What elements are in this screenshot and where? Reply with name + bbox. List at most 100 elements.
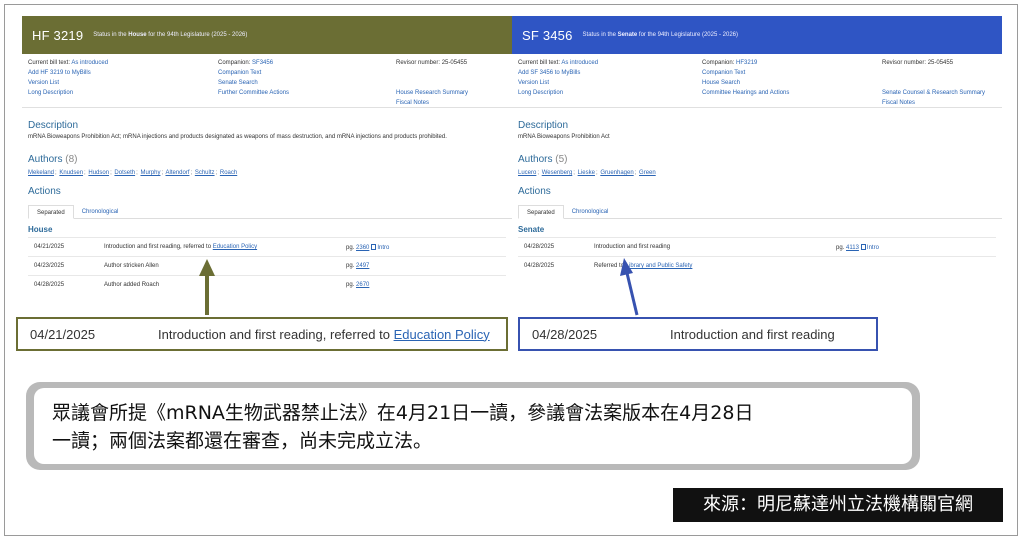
journal-page-link[interactable]: 2360 (356, 245, 369, 251)
senate-long-description-link[interactable]: Long Description (518, 90, 563, 96)
house-status-line: Status in the House for the 94th Legisla… (93, 32, 248, 38)
callout-education-policy-link[interactable]: Education Policy (394, 327, 490, 342)
author-link[interactable]: Lucero (518, 170, 536, 176)
house-version-list-link[interactable]: Version List (28, 80, 59, 86)
callout-date: 04/21/2025 (30, 326, 96, 342)
senate-action-callout: 04/28/2025 Introduction and first readin… (518, 317, 878, 351)
committee-referral-link[interactable]: Library and Public Safety (626, 263, 693, 269)
house-bill-number: HF 3219 (32, 27, 84, 43)
summary-box: 眾議會所提《mRNA生物武器禁止法》在4月21日一讀，參議會法案版本在4月28日… (34, 388, 912, 464)
senate-bill-meta: Current bill text: As introduced Add SF … (512, 58, 1002, 108)
callout-text: Introduction and first reading (670, 326, 835, 342)
author-link[interactable]: Gruenhagen (600, 170, 633, 176)
action-date: 04/21/2025 (34, 244, 65, 250)
action-date: 04/23/2025 (34, 263, 65, 269)
author-link[interactable]: Schultz (195, 170, 215, 176)
action-text: Introduction and first reading, referred… (104, 244, 258, 250)
action-page: pg. 2670 (346, 282, 370, 288)
action-date: 04/28/2025 (524, 263, 555, 269)
action-text: Introduction and first reading (594, 244, 671, 250)
house-chamber-label: House (28, 225, 53, 234)
house-bill-panel: HF 3219 Status in the House for the 94th… (22, 16, 512, 294)
author-link[interactable]: Dotseth (114, 170, 135, 176)
senate-actions-title: Actions (518, 186, 551, 197)
table-row: 04/28/2025 Author added Roach pg. 2670 (28, 275, 506, 294)
action-date: 04/28/2025 (34, 282, 65, 288)
action-text: Author stricken Allen (104, 263, 159, 269)
senate-companion-text-link[interactable]: Companion Text (702, 70, 745, 76)
house-description-text: mRNA Bioweapons Prohibition Act; mRNA in… (28, 134, 447, 140)
senate-bill-header: SF 3456 Status in the Senate for the 94t… (512, 16, 1002, 54)
house-committee-actions-link[interactable]: Further Committee Actions (218, 90, 289, 96)
journal-page-link[interactable]: 4113 (846, 245, 859, 251)
senate-actions-tabs: Separated Chronological (518, 205, 1002, 219)
house-long-description-link[interactable]: Long Description (28, 90, 73, 96)
house-current-text-link[interactable]: As introduced (71, 60, 108, 66)
house-bill-meta: Current bill text: As introduced Add HF … (22, 58, 512, 108)
senate-fiscal-notes-link[interactable]: Fiscal Notes (882, 100, 915, 106)
senate-research-summary-link[interactable]: Senate Counsel & Research Summary (882, 90, 985, 96)
author-link[interactable]: Roach (220, 170, 237, 176)
action-page: pg. 4113 Intro (836, 244, 879, 251)
action-text: Referred to Library and Public Safety (594, 263, 693, 269)
journal-page-link[interactable]: 2497 (356, 263, 369, 269)
house-authors-title: Authors (8) (28, 154, 78, 165)
house-action-callout: 04/21/2025 Introduction and first readin… (16, 317, 508, 351)
action-page: pg. 2360 Intro (346, 244, 390, 251)
summary-line-1: 眾議會所提《mRNA生物武器禁止法》在4月21日一讀，參議會法案版本在4月28日 (52, 402, 754, 424)
author-link[interactable]: Knudsen (59, 170, 83, 176)
summary-line-2: 一讀；兩個法案都還在審查，尚未完成立法。 (52, 430, 433, 452)
house-revisor-number: 25-05455 (441, 60, 468, 66)
house-bill-header: HF 3219 Status in the House for the 94th… (22, 16, 512, 54)
journal-page-link[interactable]: 2670 (356, 282, 369, 288)
action-page: pg. 2497 (346, 263, 370, 269)
education-policy-link[interactable]: Education Policy (213, 244, 257, 250)
senate-companion-link[interactable]: HF3219 (736, 60, 757, 66)
house-companion-link[interactable]: SF3456 (252, 60, 273, 66)
action-text: Author added Roach (104, 282, 160, 288)
table-row: 04/28/2025 Referred to Library and Publi… (518, 256, 996, 275)
senate-status-line: Status in the Senate for the 94th Legisl… (582, 32, 738, 38)
tab-separated[interactable]: Separated (28, 205, 74, 219)
author-link[interactable]: Green (639, 170, 656, 176)
senate-description-text: mRNA Bioweapons Prohibition Act (518, 134, 610, 140)
action-date: 04/28/2025 (524, 244, 555, 250)
source-label: 來源：明尼蘇達州立法機構關官網 (673, 488, 1003, 522)
house-senate-search-link[interactable]: Senate Search (218, 80, 258, 86)
senate-authors-list: Lucero; Wesenberg; Lieske; Gruenhagen; G… (518, 170, 656, 176)
senate-bill-number: SF 3456 (522, 27, 573, 43)
author-link[interactable]: Hudson (88, 170, 109, 176)
house-companion-text-link[interactable]: Companion Text (218, 70, 261, 76)
author-link[interactable]: Murphy (140, 170, 160, 176)
senate-chamber-label: Senate (518, 225, 545, 234)
callout-text: Introduction and first reading, referred… (158, 326, 490, 342)
callout-date: 04/28/2025 (532, 326, 598, 342)
intro-pdf-link[interactable]: Intro (377, 245, 389, 251)
author-link[interactable]: Wesenberg (542, 170, 573, 176)
author-link[interactable]: Altendorf (165, 170, 189, 176)
senate-revisor-number: 25-05455 (927, 60, 954, 66)
senate-current-text-link[interactable]: As introduced (561, 60, 598, 66)
senate-house-search-link[interactable]: House Search (702, 80, 740, 86)
intro-pdf-link[interactable]: Intro (867, 245, 879, 251)
house-add-mybills-link[interactable]: Add HF 3219 to MyBills (28, 70, 91, 76)
tab-separated[interactable]: Separated (518, 205, 564, 219)
house-fiscal-notes-link[interactable]: Fiscal Notes (396, 100, 429, 106)
table-row: 04/28/2025 Introduction and first readin… (518, 237, 996, 256)
author-link[interactable]: Lieske (578, 170, 595, 176)
house-actions-tabs: Separated Chronological (28, 205, 512, 219)
senate-add-mybills-link[interactable]: Add SF 3456 to MyBills (518, 70, 580, 76)
house-actions-title: Actions (28, 186, 61, 197)
tab-chronological[interactable]: Chronological (564, 205, 617, 219)
tab-chronological[interactable]: Chronological (74, 205, 127, 219)
senate-committee-hearings-link[interactable]: Committee Hearings and Actions (702, 90, 789, 96)
table-row: 04/21/2025 Introduction and first readin… (28, 237, 506, 256)
house-research-summary-link[interactable]: House Research Summary (396, 90, 468, 96)
senate-version-list-link[interactable]: Version List (518, 80, 549, 86)
senate-bill-panel: SF 3456 Status in the Senate for the 94t… (512, 16, 1002, 275)
senate-description-title: Description (518, 120, 569, 131)
author-link[interactable]: Mekeland (28, 170, 54, 176)
table-row: 04/23/2025 Author stricken Allen pg. 249… (28, 256, 506, 275)
house-authors-list: Mekeland; Knudsen; Hudson; Dotseth; Murp… (28, 170, 238, 176)
house-description-title: Description (28, 120, 79, 131)
